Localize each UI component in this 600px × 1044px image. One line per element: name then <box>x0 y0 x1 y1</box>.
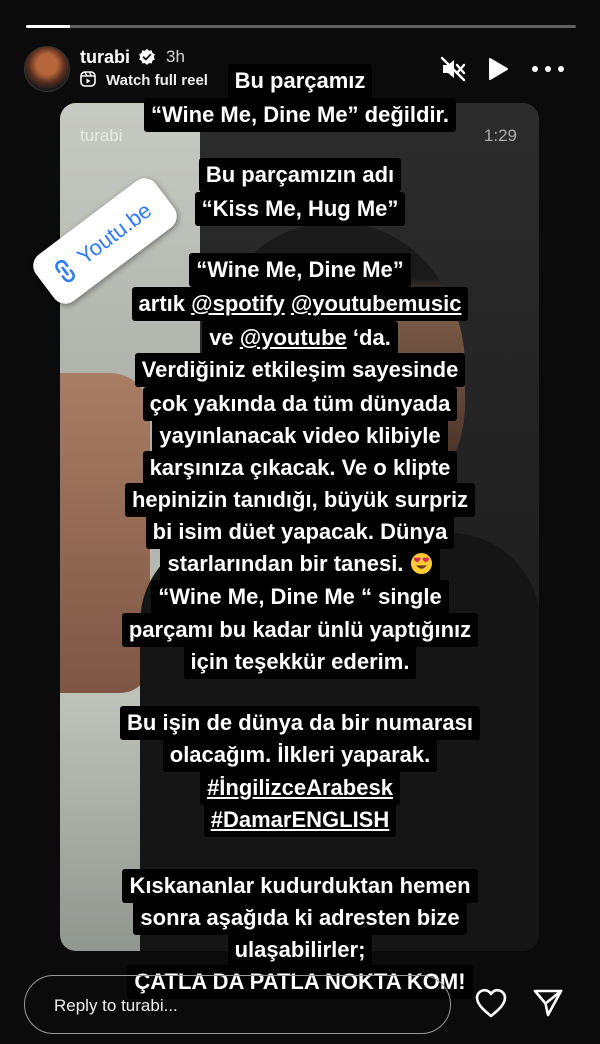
reply-placeholder: Reply to turabi... <box>54 996 178 1015</box>
mention-youtube[interactable]: @youtube <box>240 325 347 350</box>
reel-username: turabi <box>80 126 123 145</box>
play-icon[interactable] <box>487 57 509 81</box>
reel-timestamp: 1:29 <box>483 126 517 145</box>
story-username[interactable]: turabi <box>80 47 130 68</box>
avatar[interactable] <box>24 46 70 92</box>
heart-outline-icon[interactable] <box>474 987 508 1019</box>
watch-full-reel-link[interactable]: Watch full reel <box>106 72 208 89</box>
hashtag-damarenglish[interactable]: #DamarENGLISH <box>203 803 397 837</box>
verified-badge-icon <box>139 48 155 65</box>
mention-spotify[interactable]: @spotify <box>191 291 285 316</box>
mention-youtubemusic[interactable]: @youtubemusic <box>291 291 462 316</box>
link-icon <box>55 260 75 283</box>
paper-plane-icon[interactable] <box>532 988 564 1018</box>
story-time: 3h <box>166 47 185 66</box>
more-horizontal-icon[interactable] <box>532 66 564 72</box>
hashtag-ingilizcearabesk[interactable]: #İngilizceArabesk <box>200 771 400 805</box>
speaker-muted-icon[interactable] <box>440 56 466 82</box>
reel-arm <box>60 373 150 693</box>
story-progress-bar <box>26 25 576 28</box>
reel-icon <box>80 71 96 87</box>
reel-person <box>205 223 465 523</box>
reel-shirt <box>140 533 539 951</box>
story-progress-fill <box>26 25 70 28</box>
